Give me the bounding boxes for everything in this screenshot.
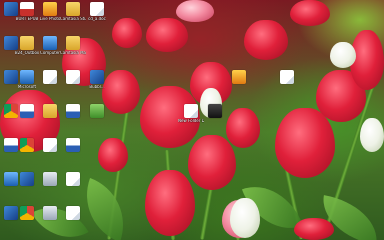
tulip	[145, 170, 195, 236]
green-app-icon	[90, 104, 104, 118]
desktop-icon[interactable]	[39, 104, 61, 119]
desktop: BURT EPUB B24_Outbox Microsoft Live Phot…	[0, 0, 384, 240]
monitor-icon	[43, 36, 57, 50]
orange-app-icon	[43, 2, 57, 16]
tulip	[146, 18, 188, 52]
tulip	[112, 18, 142, 48]
monitor-icon	[20, 70, 34, 84]
tulip	[244, 20, 288, 60]
document-icon	[43, 138, 57, 152]
tulip	[230, 198, 260, 238]
word-icon	[66, 104, 80, 118]
word-icon	[66, 138, 80, 152]
desktop-icon[interactable]: Bubbl...	[86, 70, 108, 89]
red-app-icon	[20, 2, 34, 16]
tulip	[98, 138, 128, 172]
word-icon	[20, 104, 34, 118]
folder-icon	[43, 104, 57, 118]
desktop-icon[interactable]	[228, 70, 250, 85]
app-icon	[20, 172, 34, 186]
desktop-icon[interactable]	[16, 138, 38, 153]
desktop-icon[interactable]	[86, 104, 108, 119]
desktop-icon[interactable]	[62, 172, 84, 187]
tulip	[360, 118, 384, 152]
desktop-icon[interactable]: Computer	[39, 36, 61, 55]
orange-app-icon	[232, 70, 246, 84]
tulip	[176, 0, 214, 22]
icon-label: Camtasia Mars video	[60, 51, 86, 55]
icon-label: Bubbl...	[89, 85, 105, 89]
desktop-icon[interactable]	[16, 172, 38, 187]
desktop-icon[interactable]	[39, 138, 61, 153]
tulip	[188, 135, 236, 190]
tulip	[294, 218, 334, 240]
desktop-icon[interactable]: Camtasia Studio	[60, 2, 86, 21]
document-icon	[184, 104, 198, 118]
dark-app-icon	[208, 104, 222, 118]
desktop-icon[interactable]	[39, 206, 61, 221]
tulip	[290, 0, 330, 26]
icon-label: Microsoft	[17, 85, 37, 89]
desktop-icon[interactable]	[276, 70, 298, 85]
icon-label: Camtasia Studio	[60, 17, 86, 21]
desktop-icon[interactable]	[204, 104, 226, 119]
tulip	[275, 108, 335, 178]
desktop-icon[interactable]	[39, 172, 61, 187]
tulip	[330, 42, 356, 68]
folder-icon	[20, 36, 34, 50]
shield-icon	[43, 172, 57, 186]
document-icon	[90, 2, 104, 16]
desktop-icon[interactable]: B24_Outbox	[14, 36, 40, 55]
desktop-icon[interactable]	[62, 138, 84, 153]
document-icon	[66, 70, 80, 84]
icon-label: New Folder Documents	[178, 119, 204, 123]
desktop-icon[interactable]	[62, 70, 84, 85]
icon-label: B24_Outbox	[14, 51, 40, 55]
document-icon	[43, 70, 57, 84]
document-icon	[280, 70, 294, 84]
tulip	[226, 108, 260, 148]
desktop-icon[interactable]	[16, 206, 38, 221]
desktop-icon[interactable]: Live Photo	[39, 2, 61, 21]
desktop-icon[interactable]: Camtasia Mars video	[60, 36, 86, 55]
desktop-icon[interactable]: BURT EPUB	[16, 2, 38, 21]
desktop-icon[interactable]: New Folder Documents	[178, 104, 204, 123]
chrome-icon	[20, 138, 34, 152]
folder-icon	[66, 2, 80, 16]
desktop-icon[interactable]	[16, 104, 38, 119]
desktop-icon[interactable]: cd_a.doc	[86, 2, 108, 21]
desktop-icon[interactable]	[62, 206, 84, 221]
desktop-icon[interactable]: Microsoft	[16, 70, 38, 89]
icon-label: Computer	[40, 51, 60, 55]
chrome-icon	[20, 206, 34, 220]
folder-icon	[66, 36, 80, 50]
icon-label: BURT EPUB	[15, 17, 39, 21]
app-icon	[90, 70, 104, 84]
shield-icon	[43, 206, 57, 220]
icon-label: cd_a.doc	[88, 17, 106, 21]
document-icon	[66, 172, 80, 186]
desktop-icon[interactable]	[39, 70, 61, 85]
icon-label: Live Photo	[39, 17, 61, 21]
desktop-icon[interactable]	[62, 104, 84, 119]
document-icon	[66, 206, 80, 220]
